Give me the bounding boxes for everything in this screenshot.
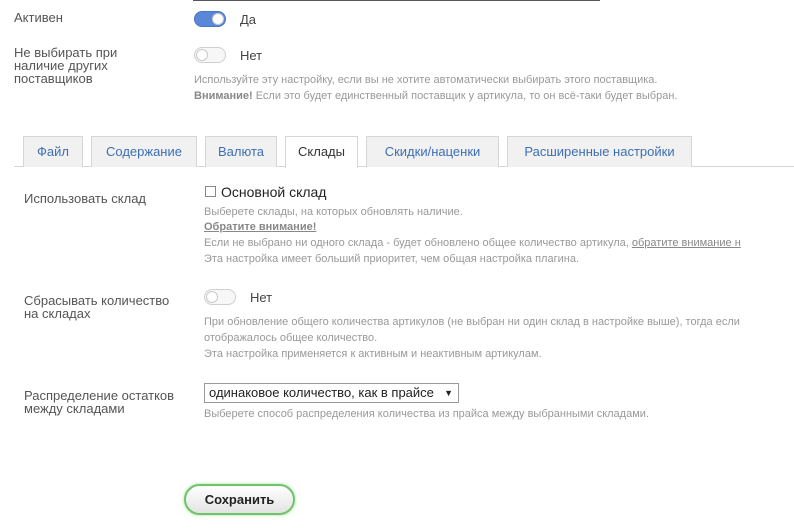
no-auto-warning: Внимание! <box>194 90 253 102</box>
distribution-hint: Выберете способ распределения количества… <box>204 408 649 420</box>
active-value: Да <box>240 12 257 27</box>
use-warehouse-hint-3: Эта настройка имеет больший приоритет, ч… <box>204 253 579 265</box>
use-warehouse-hint-1: Выберете склады, на которых обновлять на… <box>204 206 463 218</box>
attention-link[interactable]: Обратите внимание! <box>204 219 316 235</box>
no-auto-hint-1: Используйте эту настройку, если вы не хо… <box>194 74 658 86</box>
active-toggle[interactable] <box>194 11 226 27</box>
attention-inline-link[interactable]: обратите внимание н <box>632 237 741 249</box>
top-divider <box>193 0 600 1</box>
use-warehouse-hint-2: Если не выбрано ни одного склада - будет… <box>204 235 741 251</box>
tab-currency[interactable]: Валюта <box>205 136 277 167</box>
reset-qty-toggle[interactable] <box>204 289 236 305</box>
no-auto-label-line3: поставщиков <box>14 71 93 86</box>
save-button[interactable]: Сохранить <box>184 484 295 515</box>
use-warehouse-label: Использовать склад <box>24 191 147 206</box>
no-auto-hint-rest: Если это будет единственный поставщик у … <box>252 90 678 102</box>
toggle-knob <box>196 49 208 61</box>
distribution-label-line2: между складами <box>24 401 125 416</box>
distribution-selected-value: одинаковое количество, как в прайсе <box>209 385 434 400</box>
no-auto-value: Нет <box>240 48 263 63</box>
dropdown-arrow-icon: ▼ <box>444 388 453 398</box>
reset-qty-hint-1: При обновление общего количества артикул… <box>204 316 740 328</box>
toggle-knob <box>212 13 224 25</box>
tab-warehouses[interactable]: Склады <box>285 136 358 168</box>
tab-file[interactable]: Файл <box>23 136 83 167</box>
no-auto-hint-2: Внимание! Если это будет единственный по… <box>194 88 677 104</box>
use-warehouse-hint-2-text: Если не выбрано ни одного склада - будет… <box>204 237 632 249</box>
reset-qty-hint-3: Эта настройка применяется к активным и н… <box>204 348 542 360</box>
tab-content[interactable]: Содержание <box>91 136 197 167</box>
main-warehouse-label[interactable]: Основной склад <box>221 184 326 200</box>
reset-qty-hint-2: отображалось общее количество. <box>204 332 378 344</box>
main-warehouse-checkbox[interactable] <box>205 186 216 197</box>
active-label: Активен <box>14 10 63 25</box>
tab-advanced[interactable]: Расширенные настройки <box>507 136 692 167</box>
distribution-select[interactable]: одинаковое количество, как в прайсе ▼ <box>204 383 459 403</box>
tab-discounts[interactable]: Скидки/наценки <box>366 136 499 167</box>
reset-qty-label-line2: на складах <box>24 306 91 321</box>
toggle-knob <box>206 291 218 303</box>
no-auto-toggle[interactable] <box>194 47 226 63</box>
reset-qty-value: Нет <box>250 290 273 305</box>
